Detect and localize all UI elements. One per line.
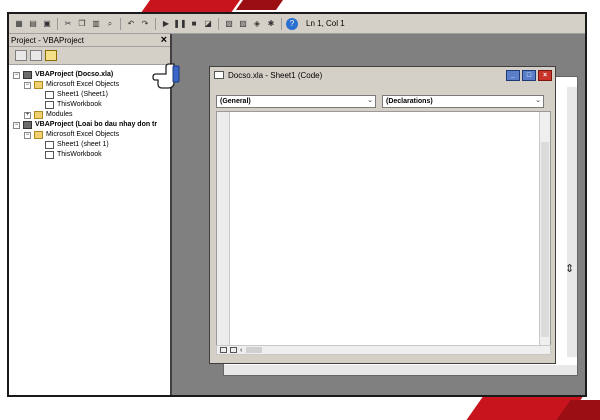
tree-node[interactable]: Sheet1 (sheet 1)	[9, 140, 170, 150]
help-icon[interactable]: ?	[286, 17, 298, 30]
tree-node[interactable]: − VBAProject (Docso.xla)	[9, 70, 170, 80]
object-browser-icon[interactable]: ◈	[251, 18, 263, 30]
window-controls: _ □ ×	[506, 69, 552, 81]
redo-icon[interactable]: ↷	[139, 18, 151, 30]
maximize-button[interactable]: □	[522, 69, 536, 81]
project-explorer-title: Project - VBAProject	[11, 35, 84, 45]
tree-node[interactable]: ThisWorkbook	[9, 150, 170, 160]
chevron-down-icon[interactable]: ⌄	[367, 96, 373, 104]
sheet-icon	[45, 141, 54, 149]
module-icon	[214, 71, 224, 79]
project-icon	[23, 121, 32, 129]
code-window-titlebar[interactable]: Docso.xla - Sheet1 (Code) _ □ ×	[210, 67, 555, 83]
project-explorer: Project - VBAProject × − VBAProject (Docs…	[9, 34, 172, 395]
toolbar-separator	[120, 17, 121, 30]
folder-icon	[34, 131, 43, 139]
cursor-position: Ln 1, Col 1	[306, 19, 345, 28]
folder-icon	[34, 111, 43, 119]
tree-node[interactable]: ThisWorkbook	[9, 100, 170, 110]
background-horizontal-scrollbar[interactable]	[224, 365, 577, 375]
background-vertical-scrollbar[interactable]	[567, 87, 577, 357]
scroll-thumb[interactable]	[541, 142, 549, 337]
properties-icon[interactable]: ▨	[237, 18, 249, 30]
procedure-view-icon[interactable]	[220, 347, 227, 353]
tree-node[interactable]: Sheet1 (Sheet1)	[9, 90, 170, 100]
code-window-title: Docso.xla - Sheet1 (Code)	[228, 70, 323, 80]
pointing-hand-graphic	[152, 62, 180, 92]
project-explorer-icon[interactable]: ▧	[223, 18, 235, 30]
cut-icon[interactable]: ✂	[62, 18, 74, 30]
project-icon	[23, 71, 32, 79]
tree-node-label: VBAProject (Docso.xla)	[35, 71, 114, 78]
vba-editor-frame: ▦ ▤ ▣ ✂ ❐ ▥ ⌕ ↶ ↷ ▶ ❚❚ ■ ◪ ▧ ▨ ◈ ✱ ? Ln …	[7, 12, 587, 397]
find-icon[interactable]: ⌕	[104, 18, 116, 30]
paste-icon[interactable]: ▥	[90, 18, 102, 30]
procedure-combo-value: (Declarations)	[386, 98, 433, 105]
code-window: Docso.xla - Sheet1 (Code) _ □ × (General…	[209, 66, 556, 364]
close-icon[interactable]: ×	[161, 34, 167, 46]
minimize-button[interactable]: _	[506, 69, 520, 81]
close-button[interactable]: ×	[538, 69, 552, 81]
chevron-down-icon[interactable]: ⌄	[535, 96, 541, 104]
toolbar-separator	[155, 17, 156, 30]
tree-node-label: VBAProject (Loai bo dau nhay don tr	[35, 121, 158, 128]
tree-node-label: Sheet1 (sheet 1)	[57, 141, 109, 148]
mouse-cursor-icon: ⇕	[565, 263, 575, 275]
tree-node-label: Sheet1 (Sheet1)	[57, 91, 108, 98]
combo-row: (General) ⌄ (Declarations) ⌄	[216, 95, 551, 109]
design-mode-icon[interactable]: ◪	[202, 18, 214, 30]
workbook-icon	[45, 101, 54, 109]
toolbox-icon[interactable]: ✱	[265, 18, 277, 30]
scroll-left-icon[interactable]: ‹	[240, 347, 242, 354]
collapse-icon[interactable]: −	[13, 71, 20, 79]
break-icon[interactable]: ❚❚	[173, 18, 186, 30]
view-code-button[interactable]	[15, 50, 27, 61]
project-explorer-toolbar	[9, 47, 170, 65]
folder-icon	[34, 81, 43, 89]
project-tree: − VBAProject (Docso.xla) − Microsoft Excel …	[9, 65, 170, 160]
excel-view-icon[interactable]: ▦	[13, 18, 25, 30]
decorative-stripe	[235, 0, 305, 10]
insert-module-icon[interactable]: ▤	[27, 18, 39, 30]
tree-node-label: ThisWorkbook	[57, 151, 102, 158]
sheet-icon	[45, 91, 54, 99]
tree-node-label: Microsoft Excel Objects	[46, 81, 120, 88]
collapse-icon[interactable]: −	[24, 131, 31, 139]
toggle-folders-button[interactable]	[45, 50, 57, 61]
toolbar-separator	[57, 17, 58, 30]
copy-icon[interactable]: ❐	[76, 18, 88, 30]
tree-node-label: Modules	[46, 111, 73, 118]
code-vertical-scrollbar[interactable]	[539, 112, 550, 350]
full-module-view-icon[interactable]	[230, 347, 237, 353]
reset-icon[interactable]: ■	[188, 18, 200, 30]
object-combo-value: (General)	[220, 98, 251, 105]
undo-icon[interactable]: ↶	[125, 18, 137, 30]
toolbar-separator	[281, 17, 282, 30]
collapse-icon[interactable]: −	[24, 81, 31, 89]
tree-node-label: Microsoft Excel Objects	[46, 131, 120, 138]
tree-node[interactable]: + Modules	[9, 110, 170, 120]
collapse-icon[interactable]: −	[13, 121, 20, 129]
save-icon[interactable]: ▣	[41, 18, 53, 30]
tree-node[interactable]: − Microsoft Excel Objects	[9, 80, 170, 90]
expand-icon[interactable]: +	[24, 111, 31, 119]
scroll-thumb[interactable]	[246, 347, 263, 353]
object-combo[interactable]: (General) ⌄	[216, 95, 376, 108]
run-icon[interactable]: ▶	[160, 18, 172, 30]
code-editor[interactable]	[216, 111, 551, 351]
indicator-margin[interactable]	[217, 112, 230, 350]
tree-node-label: ThisWorkbook	[57, 101, 102, 108]
tree-node[interactable]: − Microsoft Excel Objects	[9, 130, 170, 140]
workbook-icon	[45, 151, 54, 159]
tree-node[interactable]: − VBAProject (Loai bo dau nhay don tr	[9, 120, 170, 130]
standard-toolbar: ▦ ▤ ▣ ✂ ❐ ▥ ⌕ ↶ ↷ ▶ ❚❚ ■ ◪ ▧ ▨ ◈ ✱ ? Ln …	[9, 14, 585, 34]
procedure-combo[interactable]: (Declarations) ⌄	[382, 95, 544, 108]
code-horizontal-scrollbar[interactable]: ‹	[216, 345, 551, 355]
project-explorer-titlebar: Project - VBAProject ×	[9, 34, 170, 47]
toolbar-separator	[218, 17, 219, 30]
view-object-button[interactable]	[30, 50, 42, 61]
